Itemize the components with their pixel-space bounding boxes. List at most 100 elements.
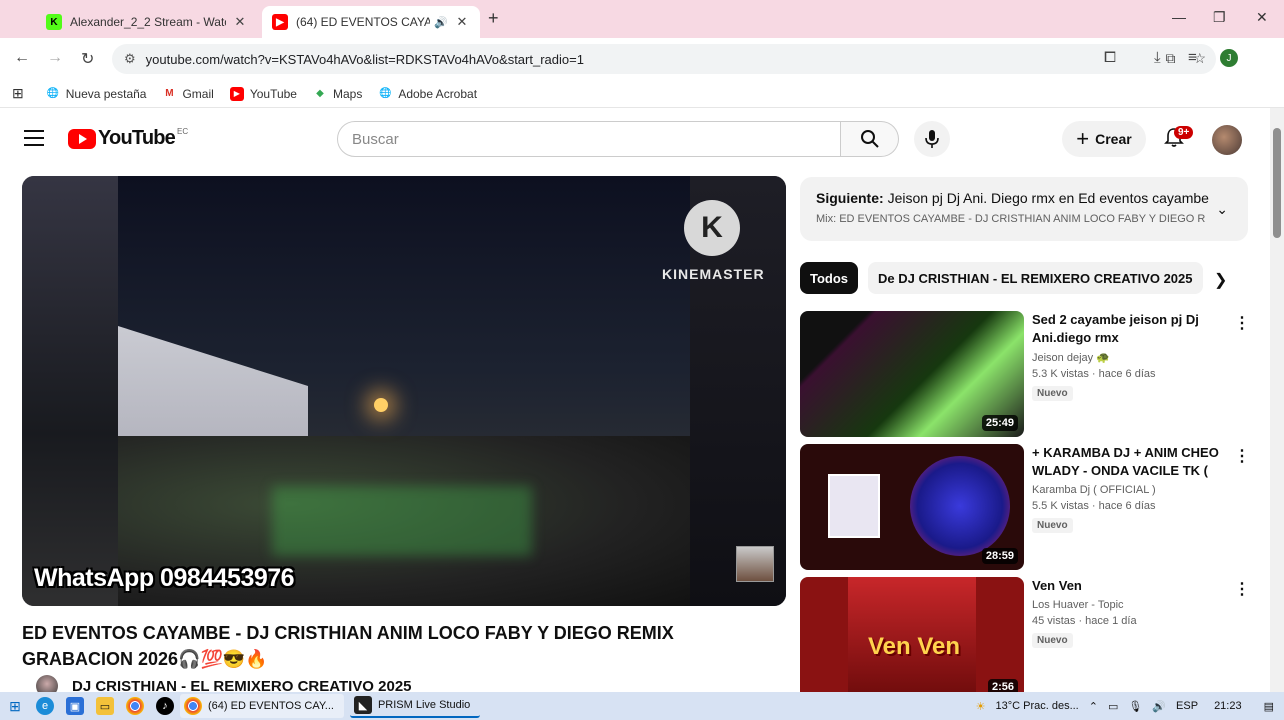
site-info-icon[interactable]: ⚙: [124, 51, 136, 67]
bookmark-gmail[interactable]: M Gmail: [162, 87, 214, 101]
profile-avatar[interactable]: J: [1220, 49, 1238, 67]
chip-todos[interactable]: Todos: [800, 262, 859, 294]
video-thumbnail[interactable]: 28:59: [800, 444, 1024, 570]
page-scrollbar[interactable]: [1270, 108, 1284, 692]
create-label: Crear: [1095, 131, 1132, 147]
apps-grid-icon[interactable]: ⊞: [12, 85, 24, 102]
back-button[interactable]: ←: [14, 49, 30, 67]
weather-text[interactable]: 13°C Prac. des...: [995, 700, 1078, 712]
search-input[interactable]: Buscar: [337, 121, 841, 157]
kinemaster-watermark: KINEMASTER: [662, 266, 765, 282]
list-item[interactable]: 25:49 Sed 2 cayambe jeison pj Dj Ani.die…: [800, 311, 1250, 437]
more-options-icon[interactable]: ⋮: [1234, 313, 1250, 333]
youtube-icon: ▶: [272, 14, 288, 30]
reload-button[interactable]: ↻: [81, 49, 94, 69]
tiktok-icon[interactable]: ♪: [156, 697, 174, 715]
volume-icon[interactable]: 🔊: [1152, 700, 1166, 713]
video-player[interactable]: K KINEMASTER WhatsApp 0984453976: [22, 176, 786, 606]
channel-name[interactable]: Jeison dejay 🐢: [1032, 351, 1226, 364]
notifications-icon[interactable]: ▤: [1264, 700, 1274, 713]
forward-button[interactable]: →: [47, 49, 63, 67]
video-title[interactable]: Sed 2 cayambe jeison pj Dj Ani.diego rmx: [1032, 311, 1226, 347]
channel-name[interactable]: Karamba Dj ( OFFICIAL ): [1032, 484, 1226, 496]
install-app-icon[interactable]: ⧉: [1165, 50, 1175, 67]
more-options-icon[interactable]: ⋮: [1234, 579, 1250, 599]
video-meta: + KARAMBA DJ + ANIM CHEO WLADY - ONDA VA…: [1032, 444, 1226, 533]
menu-icon[interactable]: [24, 130, 44, 146]
chevron-down-icon[interactable]: ⌄: [1216, 201, 1228, 218]
close-tab-icon[interactable]: ✕: [454, 14, 470, 30]
video-stats: 45 vistas · hace 1 día: [1032, 615, 1137, 627]
close-tab-icon[interactable]: ✕: [232, 14, 248, 30]
bookmark-nueva-pestana[interactable]: 🌐 Nueva pestaña: [46, 87, 147, 101]
address-bar[interactable]: ⚙ youtube.com/watch?v=KSTAVo4hAVo&list=R…: [112, 44, 1216, 74]
restore-button[interactable]: ❐: [1213, 9, 1226, 26]
windows-start-icon[interactable]: ⊞: [6, 697, 24, 715]
scrollbar-thumb[interactable]: [1273, 128, 1281, 238]
bookmark-label: Adobe Acrobat: [398, 86, 478, 101]
new-tab-button[interactable]: +: [488, 8, 499, 29]
playlist-next-card[interactable]: Siguiente: Jeison pj Dj Ani. Diego rmx e…: [800, 177, 1248, 241]
extensions-icon[interactable]: ⧠: [1104, 49, 1116, 66]
taskbar-app-prism[interactable]: ◣ PRISM Live Studio: [349, 694, 481, 718]
network-icon[interactable]: ▭: [1108, 700, 1118, 713]
more-options-icon[interactable]: ⋮: [1234, 446, 1250, 466]
file-explorer-icon[interactable]: ▭: [96, 697, 114, 715]
voice-search-button[interactable]: [914, 121, 950, 157]
chrome-icon[interactable]: [126, 697, 144, 715]
microphone-icon[interactable]: 🎙: [1128, 700, 1142, 713]
chevron-right-icon[interactable]: ❯: [1214, 270, 1227, 290]
video-thumbnail[interactable]: 25:49: [800, 311, 1024, 437]
channel-watermark-image[interactable]: [736, 546, 774, 582]
edge-icon[interactable]: e: [36, 697, 54, 715]
store-icon[interactable]: ▣: [66, 697, 84, 715]
url-text: youtube.com/watch?v=KSTAVo4hAVo&list=RDK…: [145, 51, 584, 67]
bookmark-label: Nueva pestaña: [65, 86, 147, 101]
duration-badge: 2:56: [987, 679, 1018, 692]
youtube-header: YouTube EC Buscar + Crear 9+: [0, 108, 1270, 170]
taskbar-app-chrome[interactable]: (64) ED EVENTOS CAY...: [180, 694, 344, 718]
globe-icon: 🌐: [379, 88, 392, 99]
list-item[interactable]: Ven Ven 2:56 Ven Ven Los Huaver - Topic …: [800, 577, 1250, 692]
minimize-button[interactable]: —: [1172, 9, 1186, 25]
weather-icon[interactable]: ☀: [976, 700, 986, 713]
plus-icon: +: [1076, 126, 1090, 151]
media-control-icon[interactable]: ≡: [1188, 49, 1197, 66]
clock-time[interactable]: 21:23: [1214, 700, 1242, 712]
close-window-button[interactable]: ✕: [1256, 9, 1268, 26]
tab-youtube-video[interactable]: ▶ (64) ED EVENTOS CAYAMBE 🔊 ✕: [262, 6, 480, 38]
list-item[interactable]: 28:59 + KARAMBA DJ + ANIM CHEO WLADY - O…: [800, 444, 1250, 570]
notification-count-badge: 9+: [1174, 126, 1194, 139]
thumbnail-flyer: [828, 474, 880, 538]
youtube-logo[interactable]: YouTube EC: [68, 127, 188, 150]
create-button[interactable]: + Crear: [1062, 121, 1146, 157]
chrome-icon: [184, 697, 202, 715]
video-meta: Sed 2 cayambe jeison pj Dj Ani.diego rmx…: [1032, 311, 1226, 401]
new-badge: Nuevo: [1032, 518, 1073, 533]
video-title[interactable]: + KARAMBA DJ + ANIM CHEO WLADY - ONDA VA…: [1032, 444, 1226, 480]
channel-name[interactable]: Los Huaver - Topic: [1032, 599, 1226, 611]
tab-kick-stream[interactable]: K Alexander_2_2 Stream - Watch ✕: [36, 6, 258, 38]
bookmark-maps[interactable]: ◆ Maps: [313, 87, 362, 101]
account-avatar[interactable]: [1212, 125, 1242, 155]
language-indicator[interactable]: ESP: [1176, 700, 1198, 712]
video-thumbnail[interactable]: Ven Ven 2:56: [800, 577, 1024, 692]
chevron-up-icon[interactable]: ⌃: [1089, 700, 1098, 713]
speaker-icon[interactable]: 🔊: [434, 16, 448, 29]
bookmark-label: YouTube: [249, 86, 297, 101]
video-title: ED EVENTOS CAYAMBE - DJ CRISTHIAN ANIM L…: [22, 623, 674, 669]
next-line: Siguiente: Jeison pj Dj Ani. Diego rmx e…: [816, 190, 1232, 206]
bookmark-youtube[interactable]: ▶ YouTube: [229, 86, 297, 101]
search-button[interactable]: [841, 121, 899, 157]
gmail-icon: M: [165, 88, 174, 99]
chip-channel[interactable]: De DJ CRISTHIAN - EL REMIXERO CREATIVO 2…: [868, 262, 1203, 294]
new-badge: Nuevo: [1032, 386, 1073, 401]
search-icon: [860, 130, 879, 148]
downloads-icon[interactable]: ⤓: [1154, 49, 1161, 66]
video-title[interactable]: Ven Ven: [1032, 577, 1226, 595]
country-code: EC: [176, 127, 189, 136]
mix-title: Mix: ED EVENTOS CAYAMBE - DJ CRISTHIAN A…: [816, 213, 1206, 225]
bookmark-adobe-acrobat[interactable]: 🌐 Adobe Acrobat: [378, 87, 477, 101]
youtube-play-icon: [68, 128, 96, 149]
tab-title: Alexander_2_2 Stream - Watch: [70, 15, 226, 29]
